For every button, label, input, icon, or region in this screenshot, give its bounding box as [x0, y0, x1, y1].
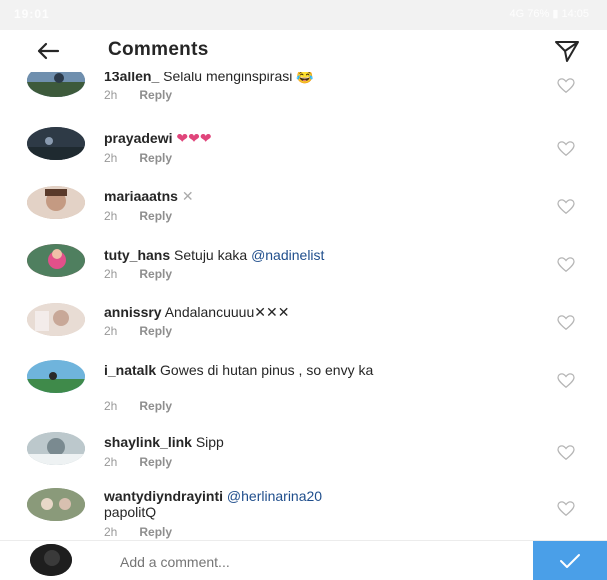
- comment-username[interactable]: shaylink_link: [104, 434, 192, 450]
- reply-button[interactable]: Reply: [139, 455, 172, 469]
- comment-row: shaylink_link Sipp 2h Reply: [0, 428, 607, 480]
- back-button[interactable]: [35, 38, 61, 64]
- comment-body-cont: papolitQ: [104, 504, 157, 520]
- comment-body: Selalu menginspirasi 😂: [159, 72, 314, 84]
- comment-input[interactable]: [118, 551, 502, 573]
- arrow-left-icon: [37, 42, 60, 60]
- page-title: Comments: [108, 39, 209, 60]
- reply-button[interactable]: Reply: [139, 88, 172, 102]
- status-time: 19:01: [14, 7, 50, 21]
- share-button[interactable]: [552, 36, 582, 66]
- comment-body: Gowes di hutan pinus , so envy ka: [156, 362, 374, 378]
- comment-text: wantydiyndrayinti @herlinarina20 papolit…: [104, 488, 524, 520]
- comment-meta: 2h Reply: [104, 455, 172, 469]
- comment-meta: 2h Reply: [104, 324, 172, 338]
- reply-button[interactable]: Reply: [139, 151, 172, 165]
- like-heart-icon[interactable]: [557, 199, 575, 215]
- comment-text: shaylink_link Sipp: [104, 434, 524, 450]
- comment-username[interactable]: i_natalk: [104, 362, 156, 378]
- avatar[interactable]: [27, 360, 85, 393]
- comment-time: 2h: [104, 324, 118, 338]
- like-heart-icon[interactable]: [557, 501, 575, 517]
- comment-meta: 2h Reply: [104, 525, 172, 539]
- comment-body: Setuju kaka: [170, 247, 252, 263]
- comment-time: 2h: [104, 399, 118, 413]
- comment-text: annissry Andalancuuuu✕✕✕: [104, 304, 524, 320]
- comment-meta: 2h Reply: [104, 88, 172, 102]
- avatar[interactable]: [27, 244, 85, 277]
- like-heart-icon[interactable]: [557, 445, 575, 461]
- comment-body: ✕: [177, 188, 194, 204]
- reply-button[interactable]: Reply: [139, 267, 172, 281]
- comment-meta: 2h Reply: [104, 267, 172, 281]
- comment-username[interactable]: 13allen_: [104, 72, 159, 84]
- comment-list[interactable]: 13allen_ Selalu menginspirasi 😂 2h Reply …: [0, 72, 607, 540]
- comment-time: 2h: [104, 209, 118, 223]
- like-heart-icon[interactable]: [557, 257, 575, 273]
- comment-time: 2h: [104, 267, 118, 281]
- post-comment-button[interactable]: [533, 541, 607, 580]
- comment-row: annissry Andalancuuuu✕✕✕ 2h Reply: [0, 298, 607, 350]
- comment-username[interactable]: mariaaatns: [104, 188, 178, 204]
- header: Comments: [0, 30, 607, 72]
- reply-button[interactable]: Reply: [139, 324, 172, 338]
- comment-username[interactable]: wantydiyndrayinti: [104, 488, 223, 504]
- like-heart-icon[interactable]: [557, 373, 575, 389]
- comment-mention[interactable]: @herlinarina20: [227, 488, 322, 504]
- comment-row: prayadewi ❤❤❤ 2h Reply: [0, 122, 607, 174]
- comment-meta: 2h Reply: [104, 151, 172, 165]
- comment-time: 2h: [104, 525, 118, 539]
- comment-username[interactable]: prayadewi: [104, 130, 172, 146]
- comment-time: 2h: [104, 455, 118, 469]
- avatar[interactable]: [27, 186, 85, 219]
- status-indicators: 4G 76% ▮ 14:05: [509, 8, 589, 20]
- comment-text: 13allen_ Selalu menginspirasi 😂: [104, 72, 524, 84]
- comment-username[interactable]: annissry: [104, 304, 162, 320]
- comment-row: tuty_hans Setuju kaka @nadinelist 2h Repl…: [0, 240, 607, 292]
- comment-text: mariaaatns ✕: [104, 188, 524, 204]
- paper-plane-icon: [555, 41, 579, 62]
- avatar[interactable]: [27, 127, 85, 160]
- comment-body: Andalancuuuu✕✕✕: [161, 304, 290, 320]
- avatar[interactable]: [27, 488, 85, 521]
- avatar: [30, 544, 72, 576]
- like-heart-icon[interactable]: [557, 78, 575, 94]
- comment-username[interactable]: tuty_hans: [104, 247, 170, 263]
- comment-composer: [0, 540, 607, 580]
- like-heart-icon[interactable]: [557, 315, 575, 331]
- checkmark-icon: [560, 553, 580, 568]
- comment-body: ❤❤❤: [172, 130, 212, 146]
- comment-mention[interactable]: @nadinelist: [251, 247, 324, 263]
- comment-row: 13allen_ Selalu menginspirasi 😂 2h Reply: [0, 72, 607, 112]
- comment-text: tuty_hans Setuju kaka @nadinelist: [104, 247, 524, 263]
- comment-text: prayadewi ❤❤❤: [104, 130, 524, 146]
- status-bar: 19:01 4G 76% ▮ 14:05: [0, 0, 607, 30]
- avatar[interactable]: [27, 432, 85, 465]
- comment-row: i_natalk Gowes di hutan pinus , so envy …: [0, 356, 607, 422]
- avatar[interactable]: [27, 72, 85, 97]
- comment-text: i_natalk Gowes di hutan pinus , so envy …: [104, 362, 524, 378]
- comment-time: 2h: [104, 88, 118, 102]
- comment-body: Sipp: [191, 434, 224, 450]
- reply-button[interactable]: Reply: [139, 525, 172, 539]
- comment-meta: 2h Reply: [104, 209, 172, 223]
- reply-button[interactable]: Reply: [139, 399, 172, 413]
- comment-time: 2h: [104, 151, 118, 165]
- like-heart-icon[interactable]: [557, 141, 575, 157]
- comment-row: wantydiyndrayinti @herlinarina20 papolit…: [0, 484, 607, 540]
- comment-meta: 2h Reply: [104, 399, 172, 413]
- avatar[interactable]: [27, 303, 85, 336]
- comment-row: mariaaatns ✕ 2h Reply: [0, 182, 607, 234]
- reply-button[interactable]: Reply: [139, 209, 172, 223]
